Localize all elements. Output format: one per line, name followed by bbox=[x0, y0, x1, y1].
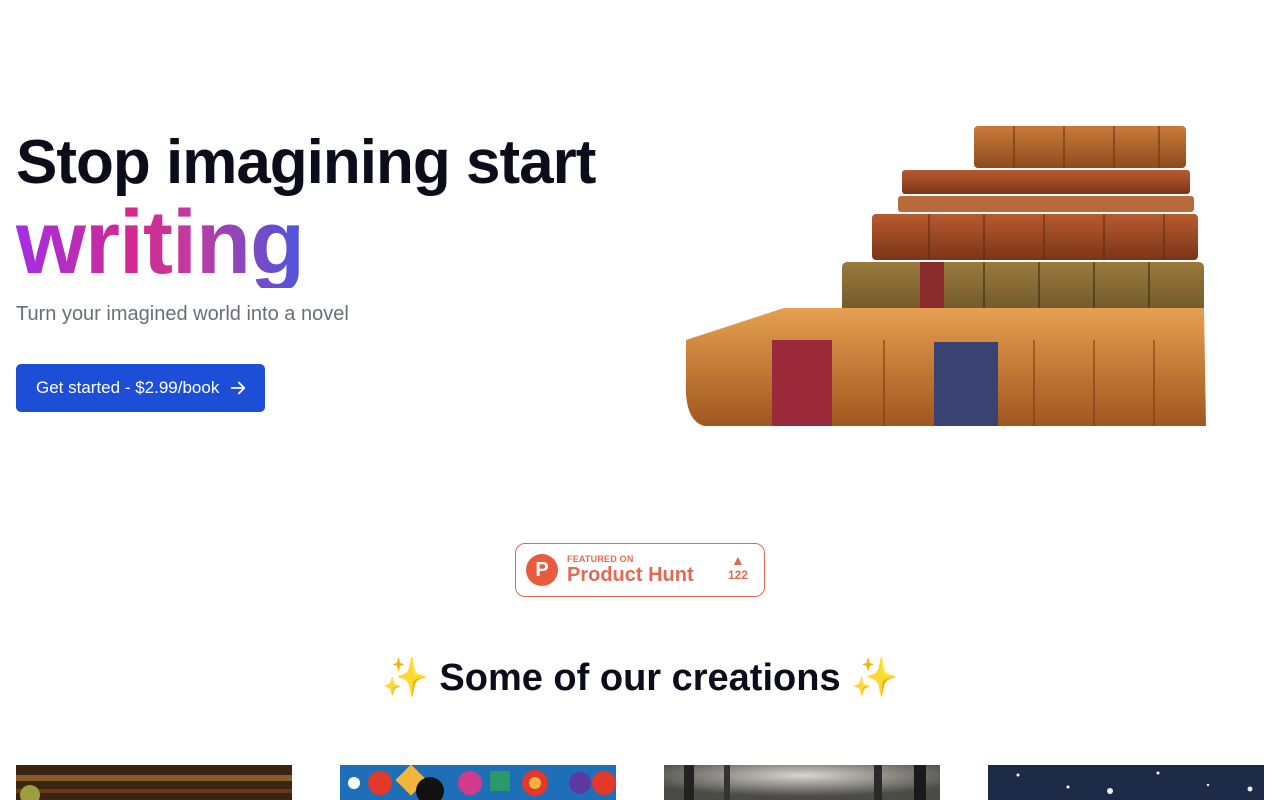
get-started-label: Get started - $2.99/book bbox=[36, 378, 220, 397]
book-cover-card-2[interactable] bbox=[340, 765, 616, 800]
upvote-counter: ▲ 122 bbox=[728, 552, 748, 582]
book-cover-card-4[interactable] bbox=[988, 765, 1264, 800]
book-cover-image-1 bbox=[16, 765, 292, 800]
book-cover-image-3 bbox=[664, 765, 940, 800]
upvote-triangle-icon: ▲ bbox=[731, 552, 745, 568]
headline-gradient-word: writing bbox=[16, 193, 305, 293]
product-hunt-name: Product Hunt bbox=[567, 564, 694, 586]
product-hunt-badge[interactable]: P FEATURED ON Product Hunt ▲ 122 bbox=[515, 543, 765, 597]
hero-subheadline: Turn your imagined world into a novel bbox=[16, 303, 349, 325]
book-cover-card-1[interactable] bbox=[16, 765, 292, 800]
product-hunt-logo-icon: P bbox=[526, 554, 558, 586]
hero-section: Stop imagining start writing Turn your i… bbox=[0, 0, 1280, 500]
book-cover-image-4 bbox=[988, 765, 1264, 800]
book-cover-card-3[interactable] bbox=[664, 765, 940, 800]
hero-text: Stop imagining start writing Turn your i… bbox=[16, 128, 656, 412]
arrow-right-icon bbox=[231, 381, 246, 395]
creations-gallery bbox=[16, 765, 1264, 800]
books-stack-image bbox=[685, 126, 1206, 426]
headline-line-1: Stop imagining start bbox=[16, 128, 596, 197]
book-cover-image-2 bbox=[340, 765, 616, 800]
creations-title: Some of our creations bbox=[439, 657, 841, 699]
product-hunt-text: FEATURED ON Product Hunt bbox=[567, 554, 694, 586]
get-started-button[interactable]: Get started - $2.99/book bbox=[16, 364, 266, 412]
sparkle-icon-right: ✨ bbox=[851, 657, 899, 699]
sparkle-icon-left: ✨ bbox=[381, 657, 429, 699]
featured-on-label: FEATURED ON bbox=[567, 554, 634, 564]
upvote-count: 122 bbox=[727, 568, 748, 582]
creations-heading: ✨ Some of our creations ✨ bbox=[0, 656, 1280, 700]
